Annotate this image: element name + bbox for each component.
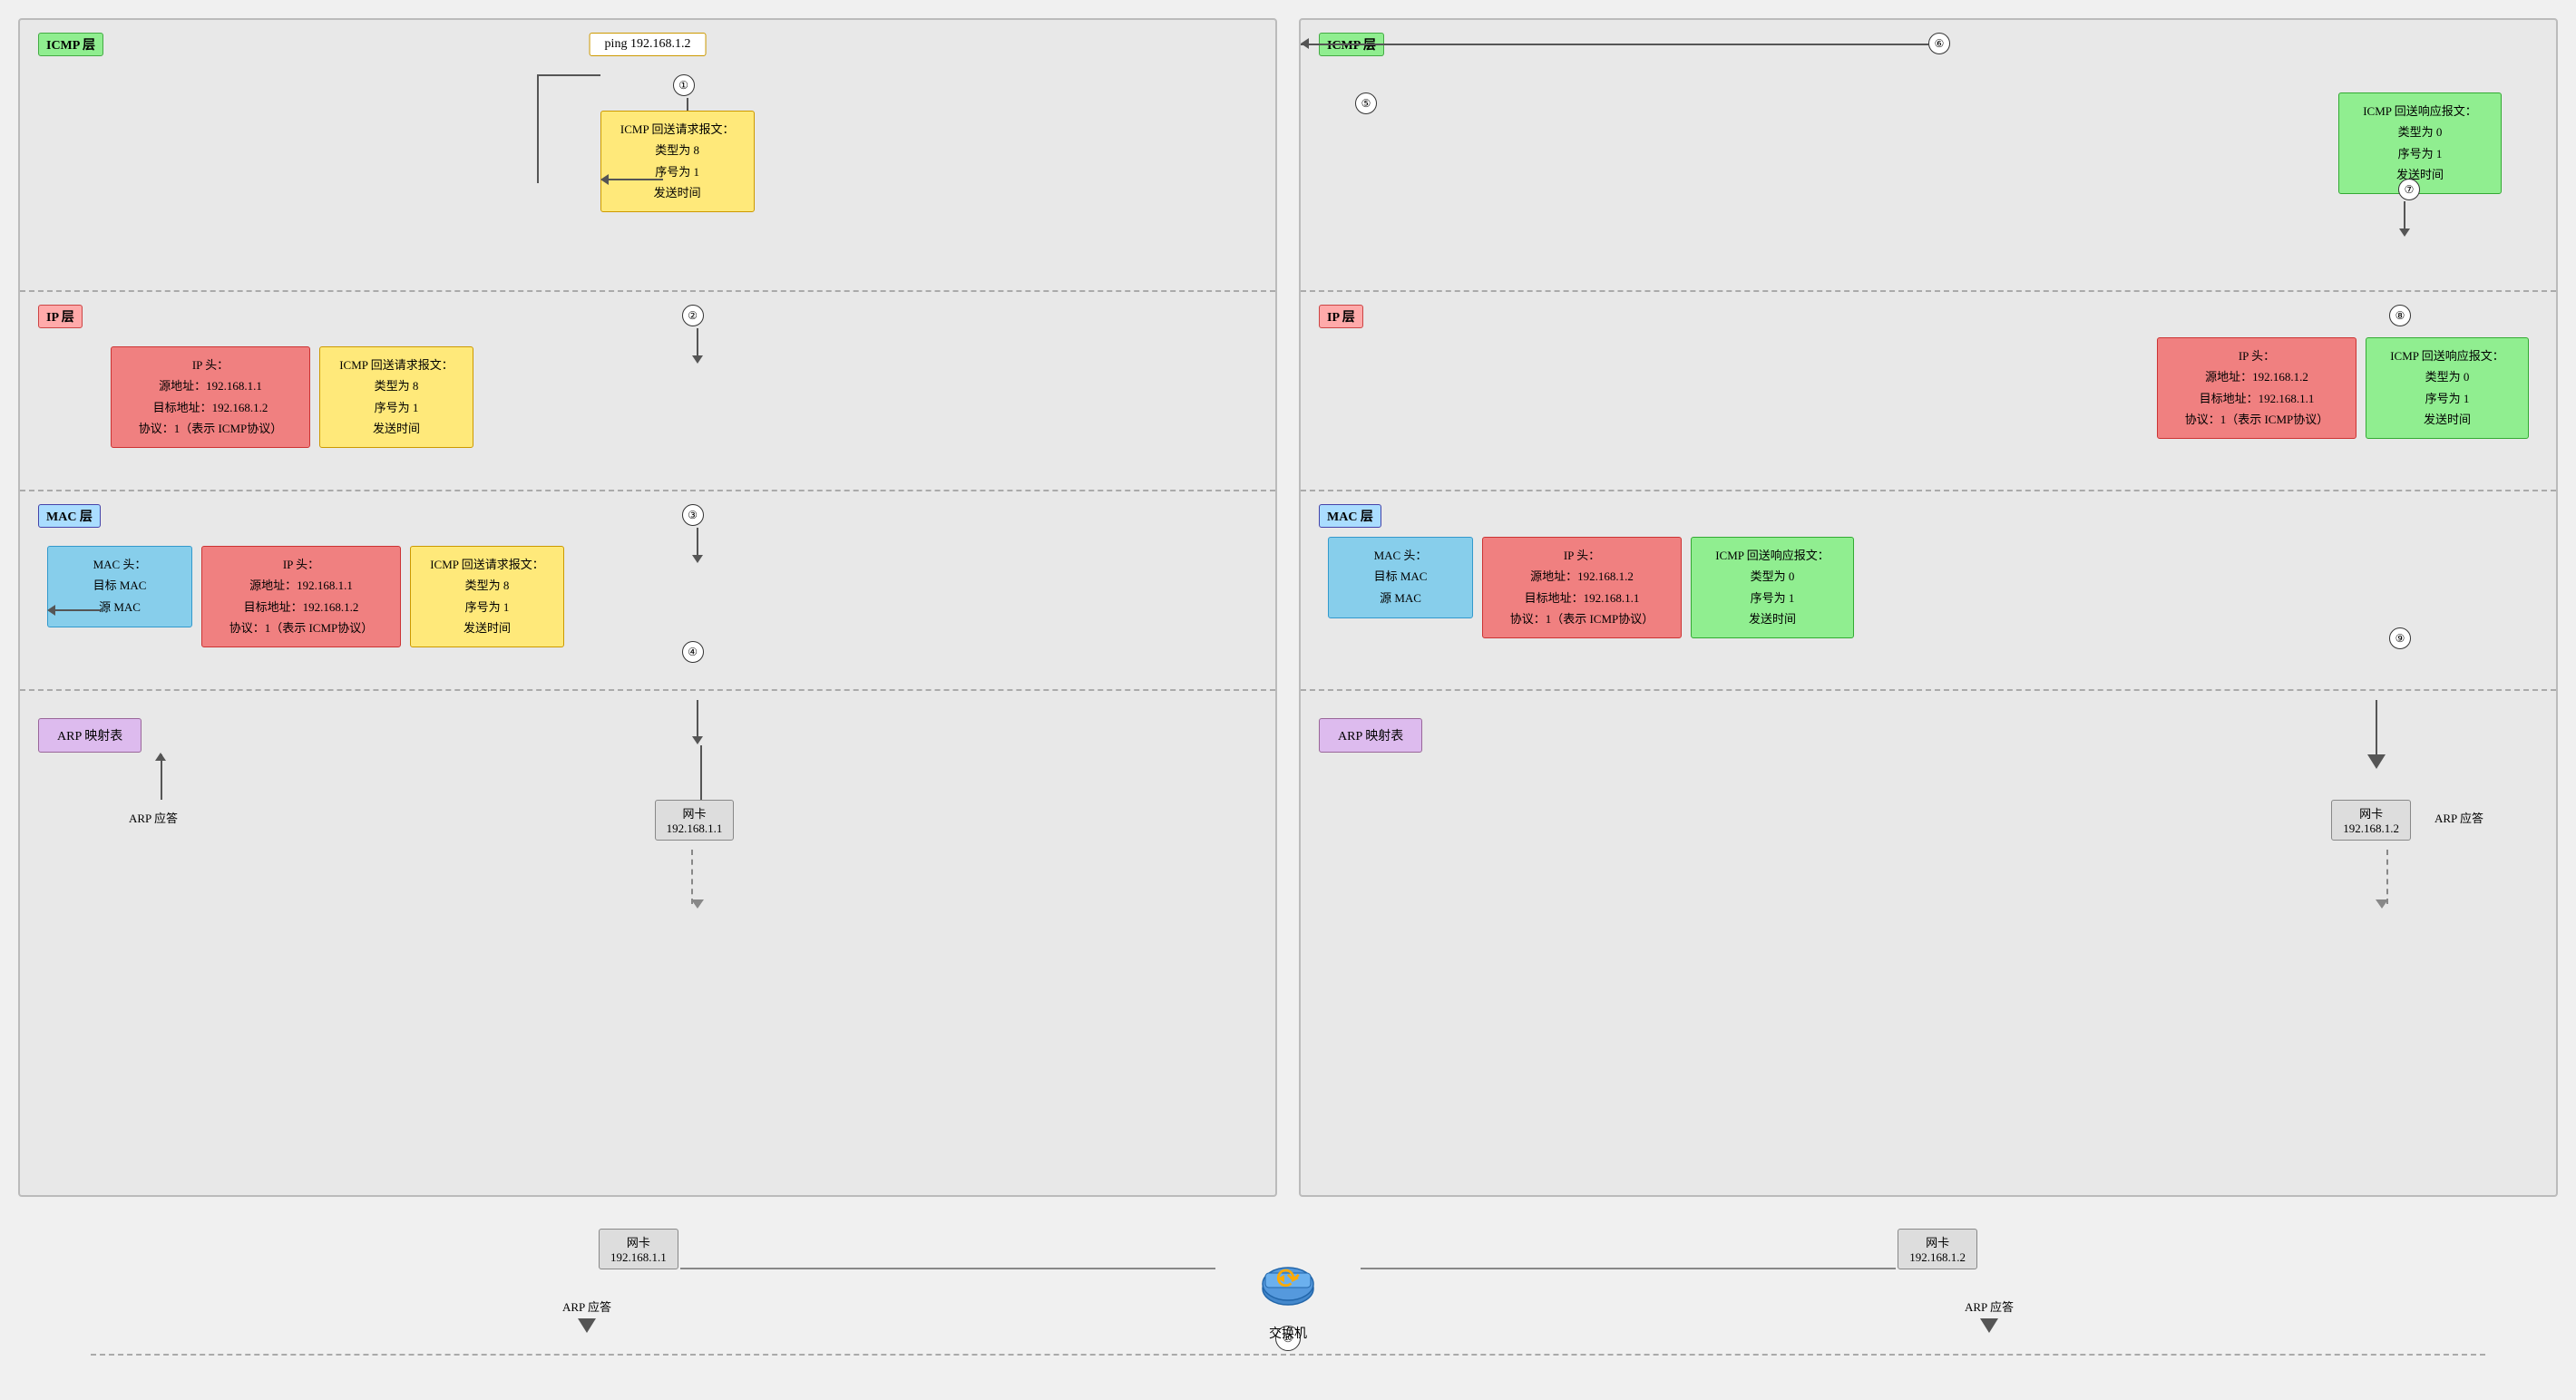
right-icmp-resp-copy2: ICMP 回送响应报文： 类型为 0 序号为 1 发送时间 [1691, 537, 1854, 638]
switch-label: 交换机 [1269, 1324, 1307, 1342]
right-ip-layer-label: IP 层 [1319, 305, 1363, 328]
ping-command: ping 192.168.1.2 [590, 33, 707, 56]
right-ip-header-box: IP 头： 源地址：192.168.1.2 目标地址：192.168.1.1 协… [2157, 337, 2356, 439]
left-icmp-request-box: ICMP 回送请求报文： 类型为 8 序号为 1 发送时间 [600, 111, 755, 212]
step-6-circle: ⑥ [1928, 33, 1950, 54]
step-7-circle: ⑦ [2398, 179, 2420, 200]
left-icmp-layer-label: ICMP 层 [38, 33, 103, 56]
left-ip-header-copy: IP 头： 源地址：192.168.1.1 目标地址：192.168.1.2 协… [201, 546, 401, 647]
step-3-circle: ③ [682, 504, 704, 526]
right-icmp-resp-copy: ICMP 回送响应报文： 类型为 0 序号为 1 发送时间 [2366, 337, 2529, 439]
right-arp-reply: ARP 应答 [2435, 809, 2483, 826]
left-nic: 网卡 192.168.1.1 [655, 800, 735, 841]
step-2-circle: ② [682, 305, 704, 326]
right-icmp-response-box: ICMP 回送响应报文： 类型为 0 序号为 1 发送时间 [2338, 92, 2502, 194]
right-arp-table: ARP 映射表 [1319, 718, 1422, 753]
left-mac-layer-label: MAC 层 [38, 504, 101, 528]
right-mac-header-box: MAC 头： 目标 MAC 源 MAC [1328, 537, 1473, 618]
left-ip-header-box: IP 头： 源地址：192.168.1.1 目标地址：192.168.1.2 协… [111, 346, 310, 448]
left-icmp-req-copy2: ICMP 回送请求报文： 类型为 8 序号为 1 发送时间 [410, 546, 564, 647]
step-4-circle: ④ [682, 641, 704, 663]
right-mac-layer-label: MAC 层 [1319, 504, 1381, 528]
left-arp-table: ARP 映射表 [38, 718, 141, 753]
right-nic-label-bottom: 网卡192.168.1.2 [1898, 1229, 1977, 1269]
right-nic: 网卡 192.168.1.2 [2331, 800, 2411, 841]
right-ip-header-copy: IP 头： 源地址：192.168.1.2 目标地址：192.168.1.1 协… [1482, 537, 1682, 638]
left-arp-reply: ARP 应答 [129, 809, 178, 826]
step-5-circle: ⑤ [1355, 92, 1377, 114]
step-9-circle: ⑨ [2389, 627, 2411, 649]
left-ip-layer-label: IP 层 [38, 305, 83, 328]
step-1-circle: ① [673, 74, 695, 96]
left-nic-label-bottom: 网卡192.168.1.1 [599, 1229, 678, 1269]
step-8-circle: ⑧ [2389, 305, 2411, 326]
left-icmp-req-copy: ICMP 回送请求报文： 类型为 8 序号为 1 发送时间 [319, 346, 473, 448]
